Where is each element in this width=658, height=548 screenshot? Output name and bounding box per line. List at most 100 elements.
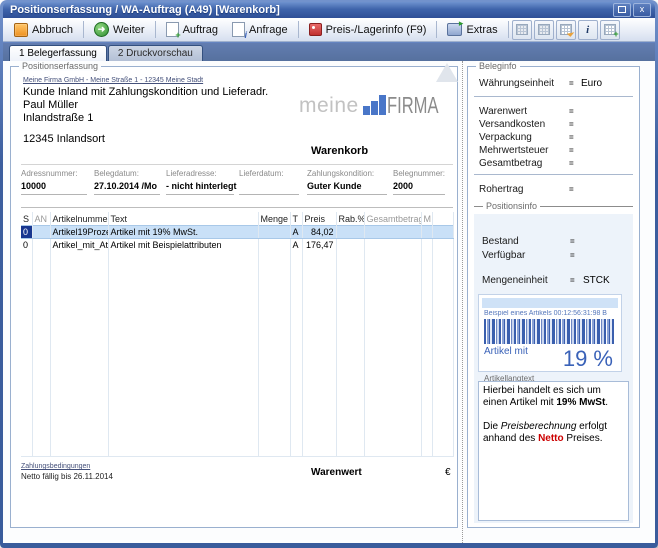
equals-sign: = — [570, 251, 575, 260]
info-label: Versandkosten — [479, 119, 545, 130]
article-image-header — [482, 298, 618, 308]
cell-gesamtbetrag[interactable] — [364, 239, 421, 252]
divider — [474, 96, 633, 97]
inquiry-button[interactable]: i Anfrage — [225, 19, 295, 40]
field-underline — [94, 194, 160, 195]
recipient-line-1: Kunde Inland mit Zahlungskondition und L… — [23, 86, 268, 99]
positions-table: S AN Artikelnummer Text Menge T Preis Ra… — [21, 212, 454, 457]
cell-preis[interactable]: 176,47 — [302, 239, 336, 252]
field-value[interactable]: 27.10.2014 /Mo — [94, 181, 160, 192]
field-value[interactable]: 10000 — [21, 181, 87, 192]
sender-address-link[interactable]: Meine Firma GmbH - Meine Straße 1 - 1234… — [23, 77, 203, 84]
splitter-handle[interactable] — [462, 61, 463, 543]
field-underline — [239, 194, 299, 195]
col-header-an[interactable]: AN — [32, 212, 50, 226]
field-lieferadresse: Lieferadresse: - nicht hinterlegt — [166, 169, 234, 195]
langtext-bold: 19% MwSt — [556, 397, 605, 408]
next-button[interactable]: ➜ Weiter — [87, 19, 152, 40]
window-title: Positionserfassung / WA-Auftrag (A49) [W… — [3, 4, 280, 16]
table-view-button[interactable] — [512, 20, 532, 40]
table-row[interactable]: 0 Artikel_mit_Attribu Artikel mit Beispi… — [21, 239, 453, 252]
col-header-s[interactable]: S — [21, 212, 32, 226]
col-header-artikelnummer[interactable]: Artikelnummer — [50, 212, 108, 226]
col-header-gesamtbetrag[interactable]: Gesamtbetrag — [364, 212, 421, 226]
table-header-row: S AN Artikelnummer Text Menge T Preis Ra… — [21, 212, 453, 226]
col-header-rab[interactable]: Rab.% — [336, 212, 364, 226]
info-button[interactable]: i — [578, 20, 598, 40]
logo-word-meine: meine — [299, 96, 359, 116]
table-add-icon — [604, 24, 616, 35]
equals-sign: = — [569, 79, 574, 88]
payment-terms-link[interactable]: Zahlungsbedingungen — [21, 463, 90, 470]
table-view-2-icon — [538, 24, 550, 35]
price-stock-info-button[interactable]: Preis-/Lagerinfo (F9) — [302, 20, 434, 39]
cell-rab[interactable] — [336, 239, 364, 252]
toolbar-separator — [436, 21, 437, 38]
table-add-button[interactable] — [600, 20, 620, 40]
artikellangtext-box[interactable]: Hierbei handelt es sich um einen Artikel… — [478, 381, 629, 521]
article-image-caption: Beispiel eines Artikels 00:12:56:31:98 B — [484, 310, 618, 317]
field-adressnummer: Adressnummer: 10000 — [21, 169, 87, 195]
col-header-t[interactable]: T — [290, 212, 302, 226]
abort-icon — [14, 23, 28, 37]
logo-word-firma: FIRMA — [387, 95, 439, 116]
field-belegnummer: Belegnummer: 2000 — [393, 169, 445, 195]
extras-label: Extras — [466, 24, 497, 36]
field-value[interactable]: - nicht hinterlegt — [166, 181, 234, 192]
field-value[interactable]: Guter Kunde — [307, 181, 387, 192]
cell-t[interactable]: A — [290, 226, 302, 239]
table-empty-area[interactable] — [21, 251, 453, 457]
cell-s[interactable]: 0 — [21, 239, 32, 252]
divider — [21, 164, 453, 165]
cell-rab[interactable] — [336, 226, 364, 239]
info-label: Bestand — [482, 236, 519, 247]
recipient-city-line: 12345 Inlandsort — [23, 133, 105, 146]
cell-t[interactable]: A — [290, 239, 302, 252]
col-header-text[interactable]: Text — [108, 212, 258, 226]
langtext-segment: . — [605, 397, 608, 408]
table-edit-button[interactable] — [556, 20, 576, 40]
tab-druckvorschau[interactable]: 2 Druckvorschau — [108, 45, 203, 61]
col-header-m[interactable]: M — [421, 212, 432, 226]
restore-button[interactable] — [613, 3, 631, 17]
cell-text[interactable]: Artikel mit Beispielattributen — [108, 239, 258, 252]
close-button[interactable]: x — [633, 3, 651, 17]
info-value: STCK — [583, 275, 610, 286]
field-zahlungskondition: Zahlungskondition: Guter Kunde — [307, 169, 387, 195]
table-row[interactable]: 0 Artikel19Prozent Artikel mit 19% MwSt.… — [21, 226, 453, 239]
splitter-collapse-arrow-icon[interactable] — [436, 63, 458, 82]
article-image[interactable]: Beispiel eines Artikels 00:12:56:31:98 B… — [478, 294, 622, 372]
payment-terms-text: Netto fällig bis 26.11.2014 — [21, 472, 113, 481]
cell-menge[interactable] — [258, 226, 290, 239]
positionsinfo-group-label: Positionsinfo — [483, 201, 540, 211]
cell-s-focused[interactable]: 0 — [21, 226, 32, 239]
total-label: Warenwert — [311, 467, 362, 478]
order-button[interactable]: + Auftrag — [159, 19, 225, 40]
cell-text[interactable]: Artikel mit 19% MwSt. — [108, 226, 258, 239]
cell-artikelnummer[interactable]: Artikel19Prozent — [50, 226, 108, 239]
langtext-segment: Preises. — [564, 433, 603, 444]
info-label: Rohertrag — [479, 184, 523, 195]
cell-an[interactable] — [32, 226, 50, 239]
abort-label: Abbruch — [32, 24, 73, 36]
order-label: Auftrag — [183, 24, 218, 36]
cell-an[interactable] — [32, 239, 50, 252]
cell-artikelnummer[interactable]: Artikel_mit_Attribu — [50, 239, 108, 252]
cell-gesamtbetrag[interactable] — [364, 226, 421, 239]
titlebar[interactable]: Positionserfassung / WA-Auftrag (A49) [W… — [3, 2, 655, 18]
extras-button[interactable]: Extras — [440, 20, 504, 39]
col-header-preis[interactable]: Preis — [302, 212, 336, 226]
cell-m[interactable] — [421, 239, 432, 252]
tab-belegerfassung[interactable]: 1 Belegerfassung — [9, 45, 107, 61]
info-label: Mengeneinheit — [482, 275, 548, 286]
cell-m[interactable] — [421, 226, 432, 239]
field-value[interactable] — [239, 181, 299, 192]
field-label: Lieferadresse: — [166, 169, 234, 178]
abort-button[interactable]: Abbruch — [7, 20, 80, 40]
equals-sign: = — [569, 146, 574, 155]
col-header-menge[interactable]: Menge — [258, 212, 290, 226]
table-view-2-button[interactable] — [534, 20, 554, 40]
cell-preis[interactable]: 84,02 — [302, 226, 336, 239]
cell-menge[interactable] — [258, 239, 290, 252]
field-value[interactable]: 2000 — [393, 181, 445, 192]
